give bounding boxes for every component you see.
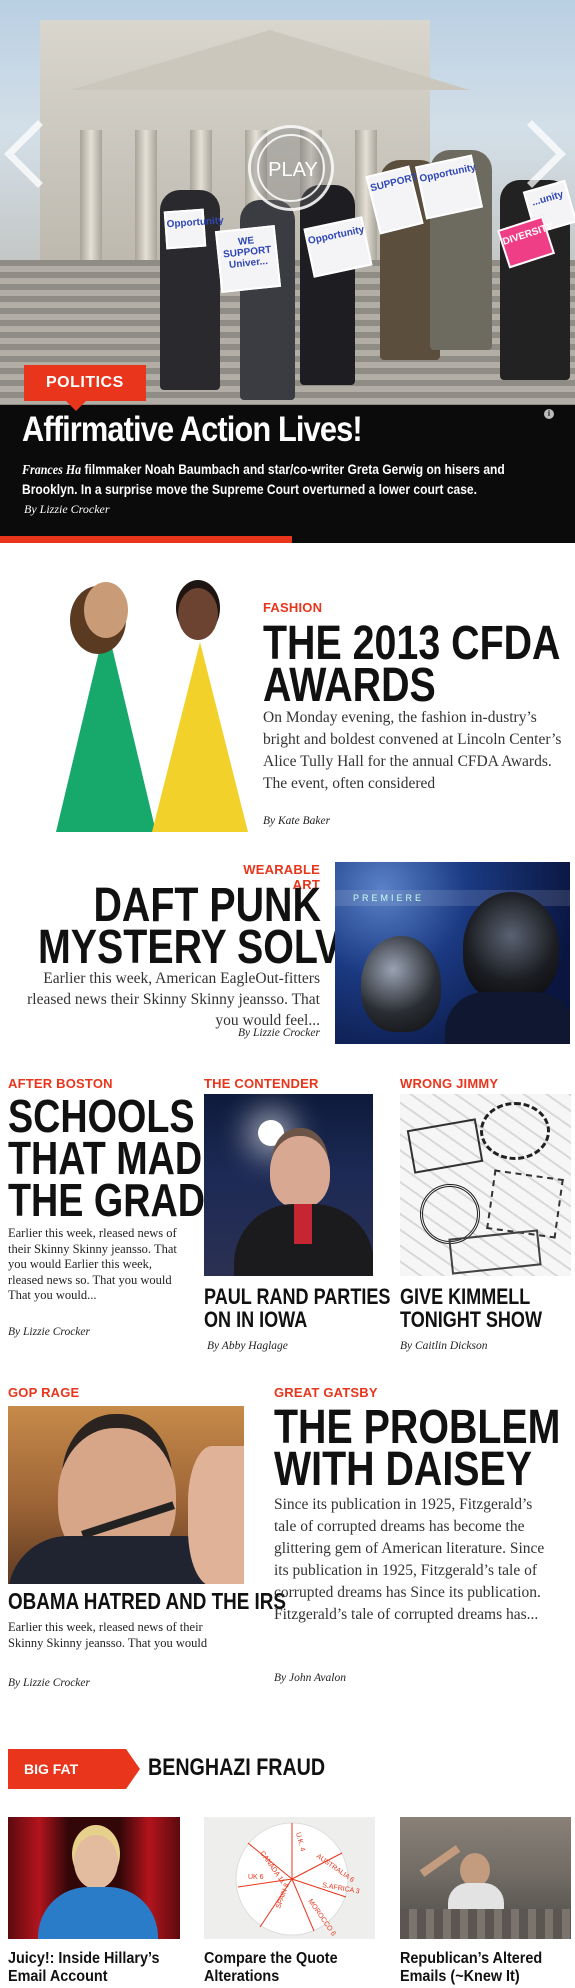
republican-emails-image[interactable]: [400, 1817, 571, 1939]
stamp-texture: [400, 1094, 571, 1276]
gatsby-summary: Since its publication in 1925, Fitzgeral…: [274, 1496, 545, 1623]
cfda-headline-line2[interactable]: AWARDS: [263, 661, 436, 709]
obama-summary: Earlier this week, rleased news of their…: [8, 1620, 208, 1650]
hero-slideshow[interactable]: Opportunity WE SUPPORT Univer... Opportu…: [0, 0, 575, 543]
hero-photo[interactable]: Opportunity WE SUPPORT Univer... Opportu…: [0, 0, 575, 405]
cfda-summary: On Monday evening, the fashion in-dustry…: [263, 709, 562, 792]
protest-sign: Opportunity: [163, 208, 224, 250]
category-label-gop-rage[interactable]: GOP RAGE: [8, 1385, 79, 1400]
schools-byline[interactable]: By Lizzie Crocker: [8, 1326, 90, 1338]
play-button[interactable]: PLAY: [248, 125, 334, 211]
kimmell-byline[interactable]: By Caitlin Dickson: [400, 1340, 488, 1352]
category-label-great-gatsby[interactable]: GREAT GATSBY: [274, 1385, 378, 1400]
hero-dek-italic: Frances Ha: [22, 463, 82, 478]
green-dress: [56, 622, 156, 832]
daft-punk-image[interactable]: PREMIERE: [335, 862, 570, 1044]
wheel-label: UK 6: [248, 1874, 264, 1881]
rand-image[interactable]: [204, 1094, 373, 1276]
speaker-head: [270, 1136, 330, 1208]
yellow-dress: [152, 642, 248, 832]
gatsby-byline[interactable]: By John Avalon: [274, 1672, 346, 1684]
helmet: [361, 936, 441, 1032]
category-label-fashion[interactable]: FASHION: [263, 600, 322, 615]
obama-byline[interactable]: By Lizzie Crocker: [8, 1677, 90, 1689]
cfda-image[interactable]: [20, 582, 248, 832]
play-ring: PLAY: [257, 134, 325, 202]
category-label-wrong-jimmy[interactable]: WRONG JIMMY: [400, 1076, 498, 1091]
protest-sign: WE SUPPORT Univer...: [214, 225, 282, 293]
rubble: [400, 1909, 571, 1939]
rand-headline-line2[interactable]: ON IN IOWA: [204, 1309, 307, 1331]
daft-summary: Earlier this week, American EagleOut-fit…: [27, 970, 320, 1029]
pie-wheel-graphic: CANADA 11 U.K. 4 AUSTRALIA 6 S.AFRICA 3 …: [235, 1822, 360, 1938]
person-head: [460, 1853, 490, 1887]
schools-headline-line3[interactable]: THE GRADE: [8, 1177, 230, 1223]
speaker-jacket: [38, 1887, 158, 1939]
obama-headline[interactable]: OBAMA HATRED AND THE IRS: [8, 1590, 286, 1613]
person-arm: [419, 1845, 461, 1877]
model-head: [84, 582, 128, 638]
republican-story-title-line1[interactable]: Republican’s Altered: [400, 1950, 542, 1967]
hero-dek-text: filmmaker Noah Baumbach and star/co-writ…: [22, 461, 505, 497]
protester: [300, 185, 355, 385]
obama-irs-image[interactable]: [8, 1406, 244, 1584]
pediment: [70, 30, 470, 90]
hillary-image[interactable]: [8, 1817, 180, 1939]
speaker-tie: [294, 1204, 312, 1244]
slide-progress-bar: [0, 536, 292, 543]
info-icon[interactable]: i: [544, 409, 554, 419]
category-label-the-contender[interactable]: THE CONTENDER: [204, 1076, 319, 1091]
speaker-head: [74, 1835, 118, 1889]
hero-dek: Frances Ha filmmaker Noah Baumbach and s…: [22, 460, 538, 499]
quote-story-title-line1[interactable]: Compare the Quote: [204, 1950, 338, 1967]
stage-light: [258, 1120, 284, 1146]
kimmell-headline-line2[interactable]: TONIGHT SHOW: [400, 1309, 542, 1331]
helmet: [463, 892, 559, 1002]
rand-byline[interactable]: By Abby Haglage: [207, 1340, 288, 1352]
schools-summary: Earlier this week, rleased news of their…: [8, 1226, 177, 1302]
hillary-story-title-line2[interactable]: Email Account: [8, 1968, 107, 1985]
category-label-after-boston[interactable]: AFTER BOSTON: [8, 1076, 113, 1091]
bystander: [188, 1446, 244, 1584]
hero-headline[interactable]: Affirmative Action Lives!: [22, 410, 363, 450]
gatsby-headline-line2[interactable]: WITH DAISEY: [274, 1445, 532, 1493]
republican-story-title-line2[interactable]: Emails (~Knew It): [400, 1968, 520, 1985]
quote-alterations-wheel[interactable]: CANADA 11 U.K. 4 AUSTRALIA 6 S.AFRICA 3 …: [204, 1817, 375, 1939]
cfda-byline[interactable]: By Kate Baker: [263, 815, 330, 827]
daft-byline[interactable]: By Lizzie Crocker: [150, 1027, 320, 1039]
quote-story-title-line2[interactable]: Alterations: [204, 1968, 279, 1985]
hero-byline[interactable]: By Lizzie Crocker: [24, 502, 110, 517]
kimmell-stamps-image[interactable]: [400, 1094, 571, 1276]
big-fat-story-tag[interactable]: BIG FAT STORY: [8, 1749, 126, 1817]
play-label: PLAY: [268, 159, 318, 181]
big-fat-story-tag-arrow: [126, 1749, 140, 1789]
hillary-story-title-line1[interactable]: Juicy!: Inside Hillary’s: [8, 1950, 160, 1967]
jacket: [445, 992, 570, 1044]
daft-headline-line2[interactable]: MYSTERY SOLVED: [38, 923, 396, 971]
kimmell-headline-line1[interactable]: GIVE KIMMELL: [400, 1286, 530, 1308]
category-tag-politics[interactable]: POLITICS: [24, 365, 146, 401]
big-fat-story-title[interactable]: BENGHAZI FRAUD: [148, 1756, 325, 1780]
rand-headline-line1[interactable]: PAUL RAND PARTIES: [204, 1286, 390, 1308]
model-head: [178, 588, 218, 640]
